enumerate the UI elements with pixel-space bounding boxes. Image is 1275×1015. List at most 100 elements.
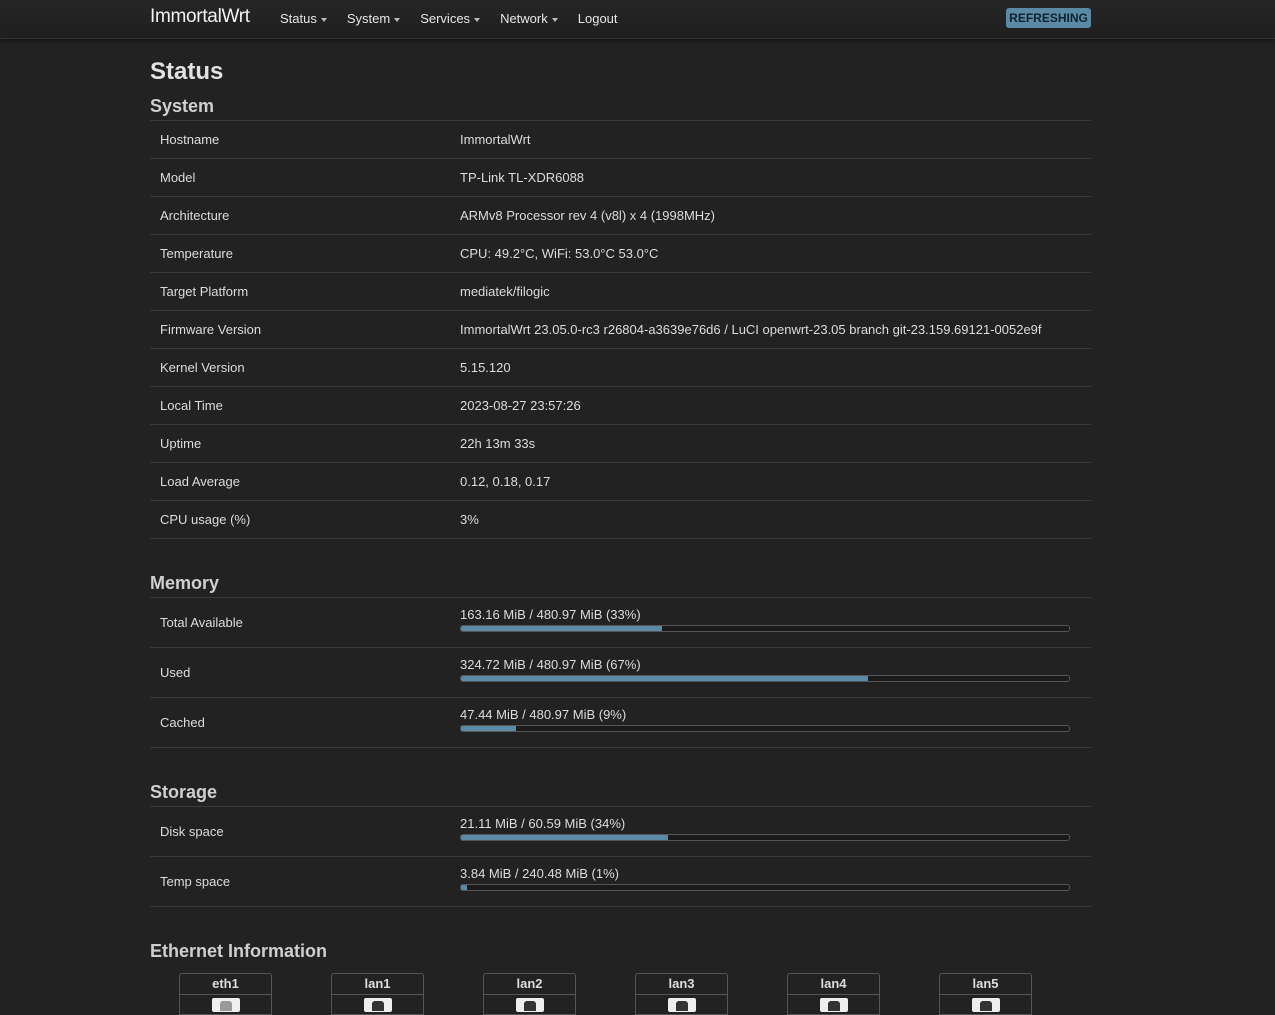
progress-bar [460,725,1070,732]
port-name: lan3 [636,974,727,995]
nav-label: Status [280,11,317,26]
ethernet-port-icon [211,998,240,1012]
row-label: Local Time [160,398,223,413]
row-value: mediatek/filogic [460,284,550,299]
table-row: Architecture ARMv8 Processor rev 4 (v8l) … [150,197,1091,235]
ethernet-port-icon [819,998,848,1012]
row-label: Firmware Version [160,322,262,337]
row-label: Total Available [160,615,243,630]
row-value: 5.15.120 [460,360,511,375]
port-name: eth1 [180,974,271,995]
nav-label: Network [500,11,548,26]
ethernet-port[interactable]: lan2 [483,973,576,1015]
table-row: Model TP-Link TL-XDR6088 [150,159,1091,197]
row-value: TP-Link TL-XDR6088 [460,170,585,185]
storage-table: Disk space 21.11 MiB / 60.59 MiB (34%) Tem… [150,807,1091,907]
chevron-down-icon [474,17,481,22]
ethernet-port[interactable]: eth1 [179,973,272,1015]
main-content: Status System Hostname ImmortalWrt Model TP… [150,56,1091,1015]
row-label: Temp space [160,874,231,889]
table-row: Temperature CPU: 49.2°C, WiFi: 53.0°C 53.… [150,235,1091,273]
progress-text: 47.44 MiB / 480.97 MiB (9%) [460,707,627,722]
ethernet-ports: eth1 lan1 lan2 lan3 lan4 lan5 [179,973,1091,1015]
storage-section-title: Storage [150,780,1091,807]
ethernet-port[interactable]: lan4 [787,973,880,1015]
ethernet-port[interactable]: lan5 [939,973,1032,1015]
port-name: lan1 [332,974,423,995]
row-value: 0.12, 0.18, 0.17 [460,474,551,489]
row-label: Cached [160,715,205,730]
page-title: Status [150,58,224,85]
row-label: Hostname [160,132,220,147]
progress-text: 3.84 MiB / 240.48 MiB (1%) [460,866,619,881]
row-label: Target Platform [160,284,249,299]
chevron-down-icon [394,17,401,22]
table-row: Kernel Version 5.15.120 [150,349,1091,387]
progress-bar-fill [461,626,662,631]
table-row: Used 324.72 MiB / 480.97 MiB (67%) [150,648,1091,698]
nav-label: Services [420,11,471,26]
table-row: Local Time 2023-08-27 23:57:26 [150,387,1091,425]
nav-logout-link[interactable]: Logout [578,11,618,26]
table-row: CPU usage (%) 3% [150,501,1091,539]
progress-cell: 163.16 MiB / 480.97 MiB (33%) [460,607,1070,632]
table-row: Cached 47.44 MiB / 480.97 MiB (9%) [150,698,1091,748]
row-label: Kernel Version [160,360,245,375]
port-name: lan2 [484,974,575,995]
progress-bar-fill [461,885,468,890]
progress-bar-fill [461,676,869,681]
row-label: Disk space [160,824,224,839]
table-row: Hostname ImmortalWrt [150,121,1091,159]
ethernet-port[interactable]: lan3 [635,973,728,1015]
nav-status-menu[interactable]: Status [280,11,327,26]
table-row: Total Available 163.16 MiB / 480.97 MiB (… [150,598,1091,648]
nav-network-menu[interactable]: Network [500,11,558,26]
table-row: Temp space 3.84 MiB / 240.48 MiB (1%) [150,857,1091,907]
memory-table: Total Available 163.16 MiB / 480.97 MiB (… [150,598,1091,748]
row-label: Uptime [160,436,202,451]
row-label: Load Average [160,474,240,489]
system-section-title: System [150,94,1091,121]
memory-section-title: Memory [150,571,1091,598]
nav-label: System [346,11,391,26]
progress-bar [460,884,1070,891]
nav-services-menu[interactable]: Services [420,11,481,26]
row-label: Used [160,665,191,680]
table-row: Disk space 21.11 MiB / 60.59 MiB (34%) [150,807,1091,857]
row-value: 3% [460,512,479,527]
progress-cell: 3.84 MiB / 240.48 MiB (1%) [460,866,1070,891]
ethernet-port-icon [515,998,544,1012]
progress-cell: 324.72 MiB / 480.97 MiB (67%) [460,657,1070,682]
top-navbar: ImmortalWrt Status System Services Netwo… [0,0,1275,39]
progress-bar-fill [461,835,668,840]
row-value: 2023-08-27 23:57:26 [460,398,581,413]
row-label: CPU usage (%) [160,512,251,527]
row-value: ImmortalWrt 23.05.0-rc3 r26804-a3639e76d… [460,322,1042,337]
table-row: Firmware Version ImmortalWrt 23.05.0-rc3 … [150,311,1091,349]
progress-text: 163.16 MiB / 480.97 MiB (33%) [460,607,641,622]
progress-text: 21.11 MiB / 60.59 MiB (34%) [460,816,626,831]
progress-text: 324.72 MiB / 480.97 MiB (67%) [460,657,641,672]
brand-logo[interactable]: ImmortalWrt [150,6,250,28]
table-row: Load Average 0.12, 0.18, 0.17 [150,463,1091,501]
progress-cell: 47.44 MiB / 480.97 MiB (9%) [460,707,1070,732]
table-row: Uptime 22h 13m 33s [150,425,1091,463]
row-value: ARMv8 Processor rev 4 (v8l) x 4 (1998MHz… [460,208,716,223]
row-value: CPU: 49.2°C, WiFi: 53.0°C 53.0°C [460,246,659,261]
row-value: 22h 13m 33s [460,436,536,451]
ethernet-port-icon [667,998,696,1012]
chevron-down-icon [320,17,327,22]
row-label: Architecture [160,208,230,223]
port-name: lan5 [940,974,1031,995]
progress-bar [460,834,1070,841]
progress-bar-fill [461,726,516,731]
nav-label: Logout [577,11,618,26]
nav-system-menu[interactable]: System [346,11,401,26]
refresh-toggle-badge[interactable]: REFRESHING [1006,8,1091,28]
ethernet-port-icon [363,998,392,1012]
table-row: Target Platform mediatek/filogic [150,273,1091,311]
chevron-down-icon [551,17,558,22]
progress-cell: 21.11 MiB / 60.59 MiB (34%) [460,816,1070,841]
system-table: Hostname ImmortalWrt Model TP-Link TL-XDR60… [150,121,1091,539]
ethernet-port[interactable]: lan1 [331,973,424,1015]
